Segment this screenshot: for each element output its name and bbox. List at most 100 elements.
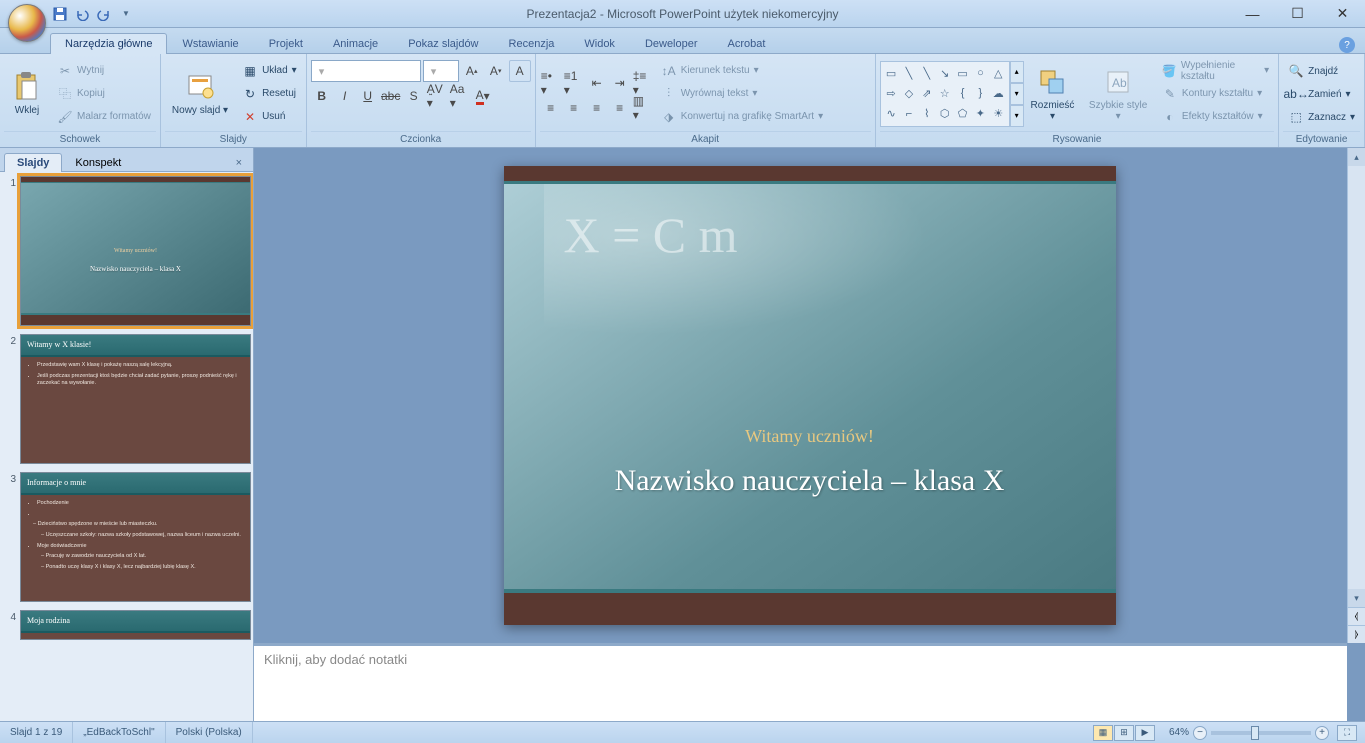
qat-dropdown-icon[interactable]: ▼ — [116, 4, 136, 24]
copy-button[interactable]: ⿻Kopiuj — [52, 83, 156, 105]
shape-brace-icon[interactable]: { — [954, 84, 971, 103]
undo-icon[interactable] — [72, 4, 92, 24]
numbering-icon[interactable]: ≡1 ▾ — [563, 72, 585, 94]
shape-zigzag-icon[interactable]: ⌇ — [918, 104, 935, 123]
shape-rect2-icon[interactable]: ▭ — [954, 64, 971, 83]
shape-curve-icon[interactable]: ∿ — [883, 104, 900, 123]
status-theme[interactable]: „EdBackToSchl" — [73, 722, 165, 743]
scroll-track[interactable] — [1348, 166, 1365, 589]
find-button[interactable]: 🔍Znajdź — [1283, 60, 1360, 82]
font-color-icon[interactable]: A ▾ — [472, 85, 494, 107]
slide-title[interactable]: Nazwisko nauczyciela – klasa X — [504, 461, 1116, 500]
align-right-icon[interactable]: ≡ — [586, 97, 608, 119]
view-normal-icon[interactable]: ▦ — [1093, 725, 1113, 741]
save-icon[interactable] — [50, 4, 70, 24]
char-spacing-icon[interactable]: A͍V ▾ — [426, 85, 448, 107]
zoom-out-icon[interactable]: − — [1193, 726, 1207, 740]
zoom-in-icon[interactable]: + — [1315, 726, 1329, 740]
quick-styles-button[interactable]: Ab Szybkie style ▾ — [1081, 59, 1155, 129]
shape-line-icon[interactable]: ╲ — [901, 64, 918, 83]
font-family-combo[interactable]: ▾ — [311, 60, 421, 82]
smartart-button[interactable]: ⬗Konwertuj na grafikę SmartArt ▾ — [656, 106, 828, 128]
scroll-down-icon[interactable]: ▾ — [1348, 589, 1365, 607]
text-direction-button[interactable]: ↕AKierunek tekstu ▾ — [656, 60, 828, 82]
shape-star-icon[interactable]: ☆ — [936, 84, 953, 103]
shape-brace2-icon[interactable]: } — [972, 84, 989, 103]
zoom-thumb[interactable] — [1251, 726, 1259, 740]
shape-outline-button[interactable]: ✎Kontury kształtu ▾ — [1157, 83, 1274, 105]
columns-icon[interactable]: ▥ ▾ — [632, 97, 654, 119]
align-text-button[interactable]: ⫶Wyrównaj tekst ▾ — [656, 83, 828, 105]
tab-home[interactable]: Narzędzia główne — [50, 33, 167, 54]
view-sorter-icon[interactable]: ⊞ — [1114, 725, 1134, 741]
new-slide-button[interactable]: Nowy slajd ▾ — [165, 59, 235, 129]
maximize-button[interactable]: ☐ — [1275, 3, 1320, 25]
tab-developer[interactable]: Deweloper — [630, 33, 713, 54]
shape-oval-icon[interactable]: ○ — [972, 64, 989, 83]
shadow-icon[interactable]: S — [403, 85, 425, 107]
panel-tab-outline[interactable]: Konspekt — [62, 153, 134, 172]
shape-arrow-icon[interactable]: ↘ — [936, 64, 953, 83]
slide-subtitle[interactable]: Witamy uczniów! — [504, 426, 1116, 447]
tab-design[interactable]: Projekt — [254, 33, 318, 54]
shape-arrow2-icon[interactable]: ⇗ — [918, 84, 935, 103]
underline-icon[interactable]: U — [357, 85, 379, 107]
align-center-icon[interactable]: ≡ — [563, 97, 585, 119]
redo-icon[interactable] — [94, 4, 114, 24]
format-painter-button[interactable]: 🖌Malarz formatów — [52, 106, 156, 128]
tab-insert[interactable]: Wstawianie — [167, 33, 253, 54]
view-slideshow-icon[interactable]: ▶ — [1135, 725, 1155, 741]
shape-arrow-r-icon[interactable]: ⇨ — [883, 84, 900, 103]
next-slide-icon[interactable]: ⦊ — [1348, 625, 1365, 643]
dec-indent-icon[interactable]: ⇤ — [586, 72, 608, 94]
tab-slideshow[interactable]: Pokaz slajdów — [393, 33, 493, 54]
line-spacing-icon[interactable]: ‡≡ ▾ — [632, 72, 654, 94]
cut-button[interactable]: ✂Wytnij — [52, 60, 156, 82]
layout-button[interactable]: ▦Układ ▾ — [237, 60, 302, 82]
shrink-font-icon[interactable]: A▾ — [485, 60, 507, 82]
status-slide-position[interactable]: Slajd 1 z 19 — [0, 722, 73, 743]
shape-triangle-icon[interactable]: △ — [990, 64, 1007, 83]
arrange-button[interactable]: Rozmieść▾ — [1026, 59, 1080, 129]
zoom-level[interactable]: 64% — [1169, 727, 1189, 738]
shape-diamond-icon[interactable]: ◇ — [901, 84, 918, 103]
paste-button[interactable]: Wklej — [4, 59, 50, 129]
strike-icon[interactable]: abc — [380, 85, 402, 107]
close-button[interactable]: ✕ — [1320, 3, 1365, 25]
shape-line2-icon[interactable]: ╲ — [918, 64, 935, 83]
shapes-more-icon[interactable]: ▾ — [1010, 105, 1024, 127]
fit-window-icon[interactable]: ⛶ — [1337, 725, 1357, 741]
select-button[interactable]: ⬚Zaznacz ▾ — [1283, 106, 1360, 128]
inc-indent-icon[interactable]: ⇥ — [609, 72, 631, 94]
shape-effects-button[interactable]: ◐Efekty kształtów ▾ — [1157, 106, 1274, 128]
slide-thumbnail-3[interactable]: Informacje o mnie Pochodzenie – Dziecińs… — [20, 472, 251, 602]
shapes-scroll-up-icon[interactable]: ▴ — [1010, 61, 1024, 83]
notes-pane[interactable]: Kliknij, aby dodać notatki — [254, 643, 1347, 721]
prev-slide-icon[interactable]: ⦉ — [1348, 607, 1365, 625]
shape-rect-icon[interactable]: ▭ — [883, 64, 900, 83]
shape-cross-icon[interactable]: ✦ — [972, 104, 989, 123]
font-size-combo[interactable]: ▾ — [423, 60, 459, 82]
delete-button[interactable]: ✕Usuń — [237, 106, 302, 128]
slide-thumbnail-1[interactable]: Witamy uczniów! Nazwisko nauczyciela – k… — [20, 176, 251, 326]
align-left-icon[interactable]: ≡ — [540, 97, 562, 119]
reset-button[interactable]: ↻Resetuj — [237, 83, 302, 105]
slide-thumbnail-4[interactable]: Moja rodzina — [20, 610, 251, 640]
tab-animations[interactable]: Animacje — [318, 33, 393, 54]
shapes-scroll-down-icon[interactable]: ▾ — [1010, 83, 1024, 105]
shape-sun-icon[interactable]: ☀ — [990, 104, 1007, 123]
tab-view[interactable]: Widok — [569, 33, 630, 54]
justify-icon[interactable]: ≡ — [609, 97, 631, 119]
panel-tab-slides[interactable]: Slajdy — [4, 153, 62, 172]
tab-review[interactable]: Recenzja — [494, 33, 570, 54]
panel-close-icon[interactable]: × — [231, 155, 247, 171]
clear-format-icon[interactable]: A — [509, 60, 531, 82]
change-case-icon[interactable]: Aa ▾ — [449, 85, 471, 107]
shape-callout-icon[interactable]: ☁ — [990, 84, 1007, 103]
grow-font-icon[interactable]: A▴ — [461, 60, 483, 82]
shape-pentagon-icon[interactable]: ⬠ — [954, 104, 971, 123]
slide-thumbnail-2[interactable]: Witamy w X klasie! Przedstawię wam X kla… — [20, 334, 251, 464]
status-language[interactable]: Polski (Polska) — [166, 722, 253, 743]
replace-button[interactable]: ab↔Zamień ▾ — [1283, 83, 1360, 105]
shape-freeform-icon[interactable]: ⬡ — [936, 104, 953, 123]
